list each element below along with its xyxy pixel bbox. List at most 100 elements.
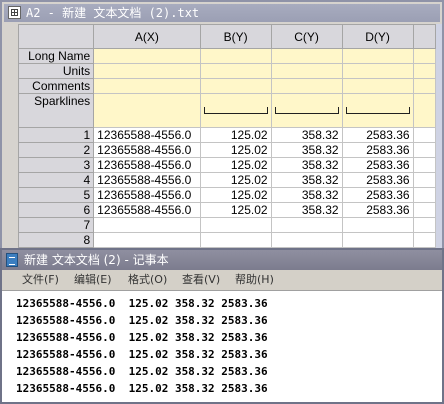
meta-cell[interactable] — [93, 48, 201, 64]
data-table: A(X) B(Y) C(Y) D(Y) Long Name Units Comm… — [18, 24, 436, 248]
row-number[interactable]: 8 — [18, 232, 95, 248]
column-header-a[interactable]: A(X) — [93, 24, 201, 49]
cell-b[interactable]: 125.02 — [199, 157, 272, 173]
row-number[interactable]: 4 — [18, 172, 95, 188]
cell-a[interactable]: 12365588-4556.0 — [93, 172, 201, 188]
cell-d[interactable]: 2583.36 — [341, 202, 414, 218]
cell-a[interactable]: 12365588-4556.0 — [93, 187, 201, 203]
row-number[interactable]: 6 — [18, 202, 95, 218]
table-row[interactable]: 5 12365588-4556.0 125.02 358.32 2583.36 — [18, 187, 436, 203]
cell-a[interactable]: 12365588-4556.0 — [93, 157, 201, 173]
worksheet-scrollbar[interactable] — [436, 24, 442, 248]
cell-a[interactable] — [93, 232, 201, 248]
cell-empty[interactable] — [412, 127, 436, 143]
meta-row-units[interactable]: Units — [18, 63, 95, 79]
menu-edit[interactable]: 编辑(E) — [74, 270, 112, 290]
meta-cell[interactable] — [199, 63, 272, 79]
grid-corner[interactable] — [18, 24, 95, 49]
table-row[interactable]: 8 — [18, 232, 436, 248]
cell-c[interactable]: 358.32 — [270, 157, 343, 173]
row-number[interactable]: 1 — [18, 127, 95, 143]
cell-d[interactable]: 2583.36 — [341, 187, 414, 203]
cell-d[interactable]: 2583.36 — [341, 142, 414, 158]
table-row[interactable]: 2 12365588-4556.0 125.02 358.32 2583.36 — [18, 142, 436, 158]
table-row[interactable]: 7 — [18, 217, 436, 233]
notepad-icon — [6, 253, 18, 267]
menu-file[interactable]: 文件(F) — [22, 270, 59, 290]
cell-a[interactable]: 12365588-4556.0 — [93, 127, 201, 143]
cell-c[interactable]: 358.32 — [270, 187, 343, 203]
cell-d[interactable]: 2583.36 — [341, 157, 414, 173]
meta-cell[interactable] — [93, 63, 201, 79]
cell-empty[interactable] — [412, 187, 436, 203]
column-header-c[interactable]: C(Y) — [270, 24, 343, 49]
cell-a[interactable] — [93, 217, 201, 233]
sparkline-cell[interactable] — [199, 93, 272, 128]
sparkline-cell[interactable] — [341, 93, 414, 128]
meta-cell[interactable] — [199, 48, 272, 64]
meta-row-comments[interactable]: Comments — [18, 78, 95, 94]
table-row[interactable]: 1 12365588-4556.0 125.02 358.32 2583.36 — [18, 127, 436, 143]
meta-cell[interactable] — [199, 78, 272, 94]
cell-b[interactable]: 125.02 — [199, 127, 272, 143]
row-number[interactable]: 5 — [18, 187, 95, 203]
menu-format[interactable]: 格式(O) — [128, 270, 167, 290]
meta-cell[interactable] — [341, 48, 414, 64]
cell-empty[interactable] — [412, 172, 436, 188]
column-header-d[interactable]: D(Y) — [341, 24, 414, 49]
sparkline-cell[interactable] — [93, 93, 201, 128]
text-line: 12365588-4556.0 125.02 358.32 2583.36 — [16, 331, 268, 344]
cell-c[interactable] — [270, 217, 343, 233]
cell-empty[interactable] — [412, 157, 436, 173]
table-row[interactable]: 6 12365588-4556.0 125.02 358.32 2583.36 — [18, 202, 436, 218]
table-row[interactable]: 3 12365588-4556.0 125.02 358.32 2583.36 — [18, 157, 436, 173]
cell-b[interactable]: 125.02 — [199, 202, 272, 218]
cell-c[interactable]: 358.32 — [270, 127, 343, 143]
cell-a[interactable]: 12365588-4556.0 — [93, 142, 201, 158]
cell-empty[interactable] — [412, 142, 436, 158]
cell-empty[interactable] — [412, 232, 436, 248]
cell-b[interactable]: 125.02 — [199, 187, 272, 203]
meta-cell[interactable] — [270, 48, 343, 64]
cell-a[interactable]: 12365588-4556.0 — [93, 202, 201, 218]
meta-cell[interactable] — [341, 78, 414, 94]
meta-cell[interactable] — [341, 63, 414, 79]
text-line: 12365588-4556.0 125.02 358.32 2583.36 — [16, 365, 268, 378]
worksheet-title: A2 - 新建 文本文档 (2).txt — [26, 6, 200, 20]
notepad-text-area[interactable]: 12365588-4556.0 125.02 358.32 2583.36 123… — [16, 295, 436, 397]
cell-b[interactable]: 125.02 — [199, 142, 272, 158]
row-number[interactable]: 7 — [18, 217, 95, 233]
cell-empty[interactable] — [412, 202, 436, 218]
cell-d[interactable] — [341, 217, 414, 233]
meta-cell[interactable] — [412, 78, 436, 94]
cell-d[interactable]: 2583.36 — [341, 172, 414, 188]
meta-row-sparklines[interactable]: Sparklines — [18, 93, 95, 128]
menu-view[interactable]: 查看(V) — [182, 270, 220, 290]
cell-c[interactable]: 358.32 — [270, 202, 343, 218]
meta-cell[interactable] — [412, 48, 436, 64]
sparkline-cell[interactable] — [412, 93, 436, 128]
cell-b[interactable] — [199, 217, 272, 233]
meta-cell[interactable] — [270, 78, 343, 94]
column-header-b[interactable]: B(Y) — [199, 24, 272, 49]
meta-cell[interactable] — [270, 63, 343, 79]
notepad-titlebar[interactable]: 新建 文本文档 (2) - 记事本 — [2, 250, 442, 270]
cell-c[interactable] — [270, 232, 343, 248]
row-number[interactable]: 2 — [18, 142, 95, 158]
column-header-empty[interactable] — [412, 24, 436, 49]
meta-cell[interactable] — [93, 78, 201, 94]
menu-help[interactable]: 帮助(H) — [235, 270, 274, 290]
cell-c[interactable]: 358.32 — [270, 142, 343, 158]
cell-b[interactable] — [199, 232, 272, 248]
worksheet-titlebar[interactable]: A2 - 新建 文本文档 (2).txt — [4, 4, 440, 22]
cell-c[interactable]: 358.32 — [270, 172, 343, 188]
cell-d[interactable]: 2583.36 — [341, 127, 414, 143]
sparkline-cell[interactable] — [270, 93, 343, 128]
cell-d[interactable] — [341, 232, 414, 248]
cell-empty[interactable] — [412, 217, 436, 233]
row-number[interactable]: 3 — [18, 157, 95, 173]
cell-b[interactable]: 125.02 — [199, 172, 272, 188]
meta-cell[interactable] — [412, 63, 436, 79]
table-row[interactable]: 4 12365588-4556.0 125.02 358.32 2583.36 — [18, 172, 436, 188]
meta-row-long-name[interactable]: Long Name — [18, 48, 95, 64]
